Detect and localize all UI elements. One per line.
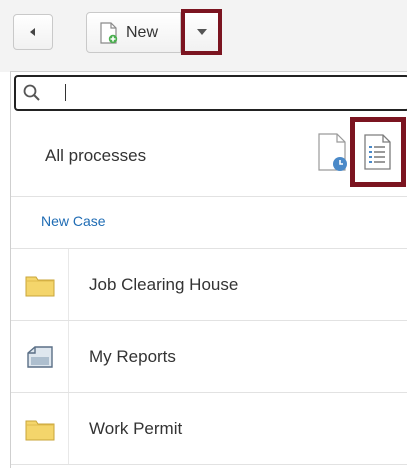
back-button[interactable] xyxy=(13,14,53,50)
list-item-icon-cell xyxy=(11,249,69,320)
search-icon xyxy=(23,84,40,101)
divider xyxy=(11,196,407,197)
folder-icon xyxy=(25,420,54,440)
all-processes-header: All processes xyxy=(11,117,407,195)
new-button[interactable]: New xyxy=(86,12,181,53)
list-item-icon-cell xyxy=(11,321,69,392)
new-dropdown-panel: All processes New Case Job Clearing Hous… xyxy=(10,71,407,468)
text-cursor xyxy=(65,84,66,101)
chevron-left-icon xyxy=(30,28,35,36)
list-view-button[interactable] xyxy=(350,117,406,187)
recent-document-icon[interactable] xyxy=(317,132,349,172)
new-case-link[interactable]: New Case xyxy=(41,213,106,229)
list-item-label: My Reports xyxy=(89,347,176,366)
toolbar: New xyxy=(0,0,407,72)
new-dropdown-toggle[interactable] xyxy=(181,9,222,55)
section-title: All processes xyxy=(45,146,147,165)
list-item-my-reports[interactable]: My Reports xyxy=(11,321,407,393)
search-input[interactable] xyxy=(42,79,388,107)
list-item-work-permit[interactable]: Work Permit xyxy=(11,393,407,465)
document-list-icon xyxy=(364,134,391,170)
list-item-label: Work Permit xyxy=(89,419,183,438)
list-item-job-clearing-house[interactable]: Job Clearing House xyxy=(11,249,407,321)
chevron-down-icon xyxy=(196,29,207,35)
list-item-label: Job Clearing House xyxy=(89,275,239,294)
list-item-icon-cell xyxy=(11,393,69,464)
reports-icon xyxy=(26,345,53,368)
search-box[interactable] xyxy=(14,75,407,111)
new-document-icon xyxy=(100,21,118,44)
folder-icon xyxy=(25,276,54,296)
new-button-label: New xyxy=(126,23,159,41)
app-root: New All processes New Case Job Clearing … xyxy=(0,0,407,468)
